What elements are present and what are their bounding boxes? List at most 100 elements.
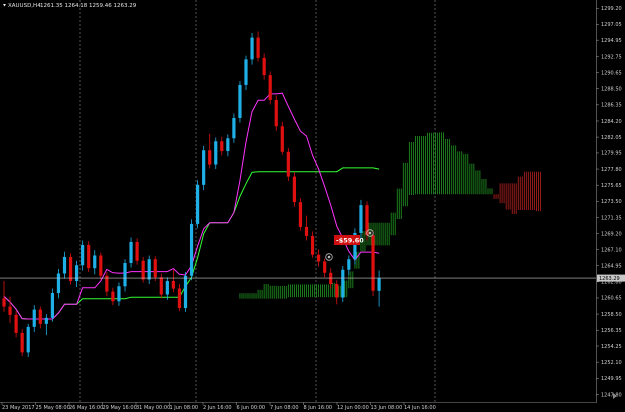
candle-body xyxy=(153,259,157,278)
candle-body xyxy=(268,75,272,100)
candle-body xyxy=(38,309,42,324)
candle-body xyxy=(123,262,127,287)
time-tick-label: 31 May 00:00 xyxy=(136,405,170,411)
current-price-tag: 1263.29 xyxy=(597,274,625,282)
candle-body xyxy=(56,273,61,294)
candle-body xyxy=(44,317,48,324)
current-price-value: 1263.29 xyxy=(599,276,620,282)
candle-body xyxy=(8,306,12,315)
candle-body xyxy=(347,259,351,270)
candle-body xyxy=(99,255,103,276)
candle-body xyxy=(189,223,194,276)
price-tick-label: 1277.80 xyxy=(601,167,622,173)
time-tick-label: 12 Jun 00:00 xyxy=(337,405,369,411)
candle-body xyxy=(26,326,30,353)
candle-body xyxy=(250,37,254,60)
candle-body xyxy=(147,259,151,280)
price-tick-label: 1273.50 xyxy=(601,199,622,205)
price-tick-label: 1286.35 xyxy=(601,103,622,109)
symbol-timeframe: XAUUSD,H4 xyxy=(8,3,41,9)
candle-body xyxy=(14,314,18,333)
time-tick-label: 23 May 2017 xyxy=(2,405,35,411)
time-tick-label: 2 Jun 16:00 xyxy=(203,405,232,411)
time-tick-label: 26 May 16:00 xyxy=(69,405,103,411)
trade-exit-dot-icon xyxy=(368,231,372,235)
candle-body xyxy=(20,332,24,353)
candle-body xyxy=(183,275,188,309)
price-tick-label: 1260.65 xyxy=(601,296,622,302)
price-tick-label: 1267.10 xyxy=(601,247,622,253)
candle-body xyxy=(165,281,169,295)
price-tick-label: 1282.05 xyxy=(601,135,622,141)
price-tick-label: 1284.20 xyxy=(601,119,622,125)
candle-body xyxy=(377,278,381,291)
candle-body xyxy=(298,202,303,227)
candle-body xyxy=(111,291,115,302)
candle-body xyxy=(117,286,121,302)
candle-body xyxy=(75,265,79,282)
candle-body xyxy=(62,256,67,274)
time-tick-label: 29 May 16:00 xyxy=(103,405,137,411)
pl-label: -$59.60 xyxy=(336,237,364,245)
price-tick-label: 1258.50 xyxy=(601,312,622,318)
ohlc-values: 1261.35 1264.18 1259.46 1263.29 xyxy=(40,3,137,9)
candle-body xyxy=(286,151,290,177)
candle-body xyxy=(238,84,242,118)
candle-body xyxy=(141,260,145,280)
candle-body xyxy=(359,205,363,233)
price-tick-label: 1264.95 xyxy=(601,263,622,269)
time-tick-label: 13 Jun 08:00 xyxy=(371,405,403,411)
candle-body xyxy=(280,126,284,152)
candle-body xyxy=(93,255,97,269)
price-tick-label: 1288.50 xyxy=(601,86,622,92)
candle-body xyxy=(68,256,73,282)
candle-body xyxy=(159,277,163,295)
candle-body xyxy=(220,141,224,152)
time-tick-label: 25 May 08:00 xyxy=(36,405,70,411)
candle-body xyxy=(171,281,175,289)
trade-entry-dot-icon xyxy=(327,255,331,259)
price-tick-label: 1249.95 xyxy=(601,376,622,382)
candle-body xyxy=(208,150,212,165)
candle-body xyxy=(202,150,206,185)
candle-body xyxy=(129,241,133,263)
price-tick-label: 1290.65 xyxy=(601,70,622,76)
candle-body xyxy=(292,176,296,203)
candle-body xyxy=(244,59,248,85)
candle-body xyxy=(310,235,315,255)
chart-background xyxy=(0,0,625,412)
candle-body xyxy=(232,117,236,139)
candle-body xyxy=(177,288,182,309)
candle-body xyxy=(196,184,200,224)
price-tick-label: 1252.10 xyxy=(601,360,622,366)
candle-body xyxy=(304,226,309,236)
price-tick-label: 1247.80 xyxy=(601,392,622,398)
candle-body xyxy=(371,235,375,291)
candle-body xyxy=(262,57,266,76)
time-tick-label: 6 Jun 00:00 xyxy=(237,405,266,411)
price-tick-label: 1292.75 xyxy=(601,55,622,61)
candle-body xyxy=(323,261,327,273)
candle-body xyxy=(135,241,139,261)
candle-body xyxy=(335,284,339,298)
candle-body xyxy=(81,244,85,266)
time-tick-label: 14 Jun 16:00 xyxy=(404,405,436,411)
price-tick-label: 1256.35 xyxy=(601,328,622,334)
price-tick-label: 1279.95 xyxy=(601,151,622,157)
price-chart[interactable]: XAUUSD,H4 1261.35 1264.18 1259.46 1263.2… xyxy=(0,0,625,412)
candle-body xyxy=(2,298,6,307)
price-tick-label: 1254.25 xyxy=(601,344,622,350)
candle-body xyxy=(50,293,54,318)
price-tick-label: 1275.65 xyxy=(601,183,622,189)
chart-title: XAUUSD,H4 1261.35 1264.18 1259.46 1263.2… xyxy=(3,3,137,9)
price-tick-label: 1299.20 xyxy=(601,6,622,12)
candle-body xyxy=(256,37,260,58)
candle-body xyxy=(274,99,278,127)
price-tick-label: 1271.35 xyxy=(601,215,622,221)
price-tick-label: 1294.95 xyxy=(601,38,622,44)
candle-body xyxy=(317,254,321,262)
candle-body xyxy=(226,138,230,152)
candle-body xyxy=(329,272,333,285)
time-tick-label: 8 Jun 16:00 xyxy=(304,405,333,411)
price-tick-label: 1297.05 xyxy=(601,22,622,28)
